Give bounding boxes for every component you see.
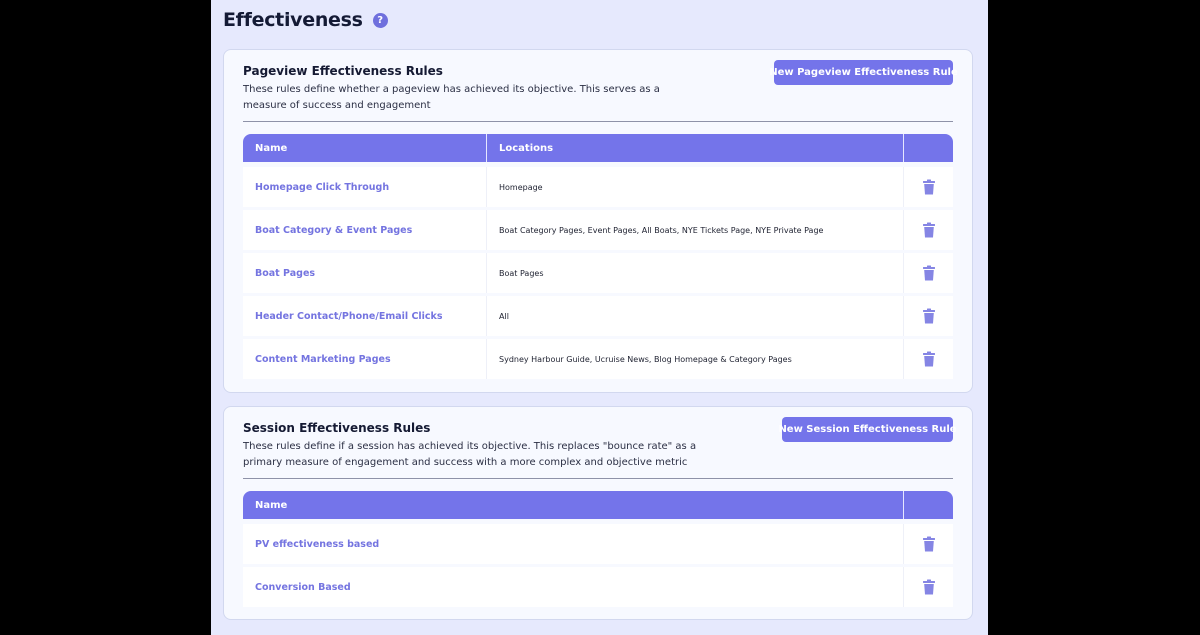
trash-icon[interactable]: [922, 179, 936, 195]
table-row: Header Contact/Phone/Email Clicks All: [243, 296, 953, 336]
session-rules-card: Session Effectiveness Rules These rules …: [223, 406, 973, 620]
session-rules-table: Name PV effectiveness based Conversion B…: [243, 491, 953, 607]
question-circle-icon[interactable]: ?: [372, 12, 388, 28]
trash-icon[interactable]: [922, 222, 936, 238]
table-row: Conversion Based: [243, 567, 953, 607]
divider: [243, 121, 953, 122]
trash-icon[interactable]: [922, 351, 936, 367]
column-header-name: Name: [243, 134, 487, 162]
new-pageview-rule-button[interactable]: New Pageview Effectiveness Rule: [769, 60, 958, 85]
rule-locations: Boat Category Pages, Event Pages, All Bo…: [499, 225, 824, 235]
trash-icon[interactable]: [922, 579, 936, 595]
session-rules-description: These rules define if a session has achi…: [243, 441, 697, 468]
rule-locations: All: [499, 311, 509, 321]
rule-name-link[interactable]: PV effectiveness based: [255, 539, 379, 550]
table-row: Content Marketing Pages Sydney Harbour G…: [243, 339, 953, 379]
rule-name-link[interactable]: Content Marketing Pages: [255, 354, 391, 365]
trash-icon[interactable]: [922, 265, 936, 281]
table-header: Name Locations: [243, 134, 953, 162]
pageview-rules-table: Name Locations Homepage Click Through Ho…: [243, 134, 953, 379]
column-header-name: Name: [243, 491, 904, 519]
rule-locations: Sydney Harbour Guide, Ucruise News, Blog…: [499, 354, 792, 364]
rule-name-link[interactable]: Homepage Click Through: [255, 182, 389, 193]
trash-icon[interactable]: [922, 308, 936, 324]
table-row: Boat Category & Event Pages Boat Categor…: [243, 210, 953, 250]
table-row: Boat Pages Boat Pages: [243, 253, 953, 293]
column-header-actions: [904, 134, 953, 162]
table-row: PV effectiveness based: [243, 524, 953, 564]
rule-name-link[interactable]: Header Contact/Phone/Email Clicks: [255, 311, 443, 322]
table-row: Homepage Click Through Homepage: [243, 167, 953, 207]
pageview-rules-card: Pageview Effectiveness Rules These rules…: [223, 49, 973, 393]
page-title: Effectiveness: [223, 9, 363, 31]
pageview-rules-title: Pageview Effectiveness Rules: [243, 64, 443, 78]
page-header: Effectiveness ?: [223, 6, 388, 34]
session-rules-title: Session Effectiveness Rules: [243, 421, 431, 435]
rule-name-link[interactable]: Boat Pages: [255, 268, 315, 279]
column-header-locations: Locations: [487, 134, 904, 162]
rule-locations: Homepage: [499, 182, 543, 192]
trash-icon[interactable]: [922, 536, 936, 552]
divider: [243, 478, 953, 479]
column-header-actions: [904, 491, 953, 519]
rule-name-link[interactable]: Conversion Based: [255, 582, 351, 593]
pageview-rules-description: These rules define whether a pageview ha…: [243, 84, 660, 111]
new-session-rule-button[interactable]: New Session Effectiveness Rule: [778, 417, 957, 442]
rule-locations: Boat Pages: [499, 268, 544, 278]
rule-name-link[interactable]: Boat Category & Event Pages: [255, 225, 412, 236]
main-content: Effectiveness ? Pageview Effectiveness R…: [211, 0, 988, 635]
table-header: Name: [243, 491, 953, 519]
